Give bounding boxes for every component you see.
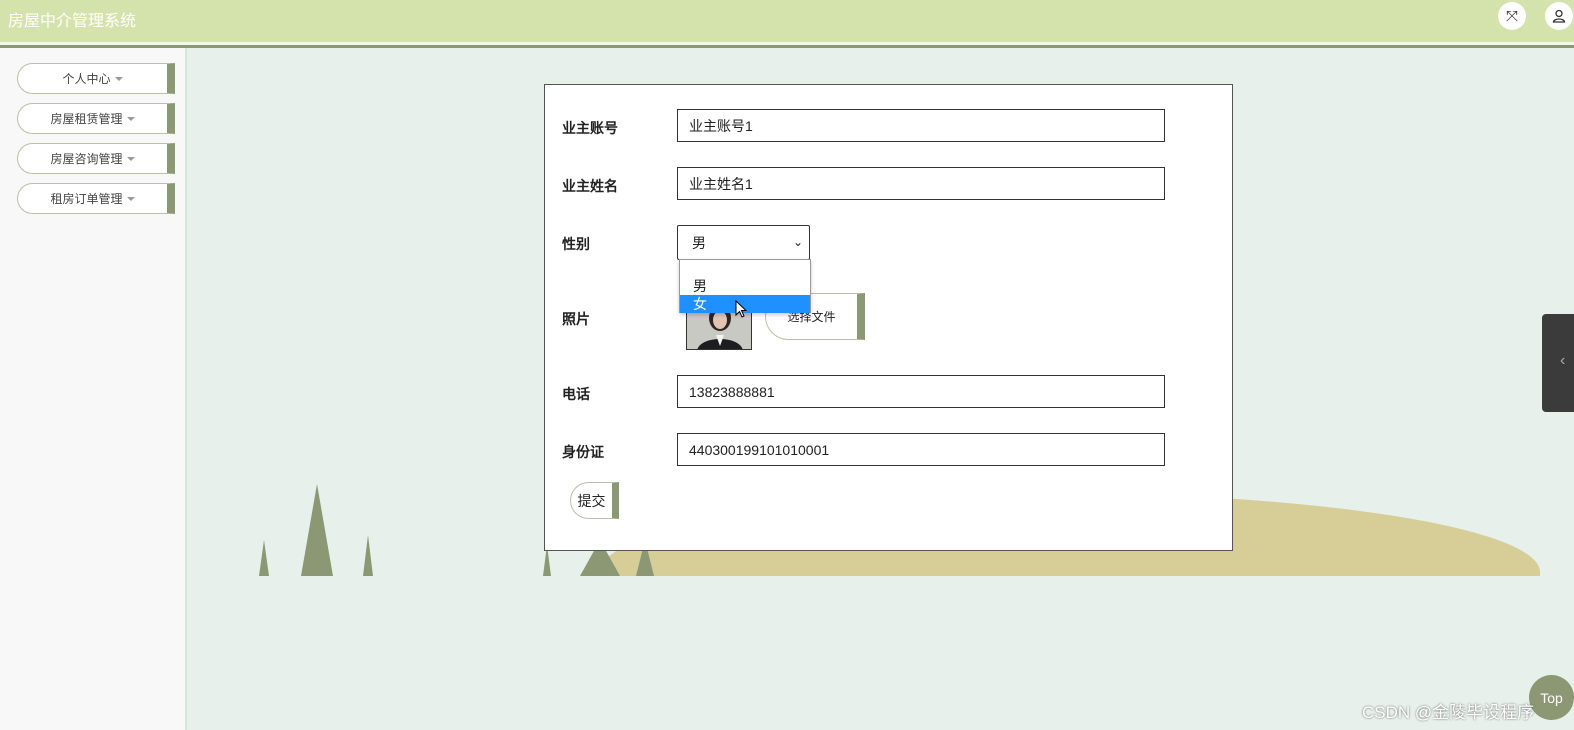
gender-select-value: 男 xyxy=(692,234,706,251)
sidebar: 个人中心 房屋租赁管理 房屋咨询管理 租房订单管理 xyxy=(0,48,187,730)
caret-down-icon xyxy=(126,196,135,201)
chevron-down-icon: ⌄ xyxy=(792,235,803,249)
gender-option-male[interactable]: 男 xyxy=(680,277,810,295)
fullscreen-button[interactable]: ⤧ xyxy=(1498,2,1526,30)
sidebar-item-label: 房屋咨询管理 xyxy=(50,152,123,166)
sidebar-item-rental-management[interactable]: 房屋租赁管理 xyxy=(17,103,175,134)
background-tree xyxy=(301,484,333,576)
user-button[interactable] xyxy=(1545,2,1573,30)
chevron-left-icon: ‹ xyxy=(1560,352,1566,369)
sidebar-item-personal-center[interactable]: 个人中心 xyxy=(17,63,175,94)
app-title: 房屋中介管理系统 xyxy=(8,13,137,30)
fullscreen-icon: ⤧ xyxy=(1505,7,1518,25)
caret-down-icon xyxy=(126,156,135,161)
back-to-top-button[interactable]: Top xyxy=(1529,675,1574,720)
side-panel-toggle[interactable]: ‹ xyxy=(1542,314,1574,412)
owner-edit-form: 业主账号 业主账号1 业主姓名 业主姓名1 性别 男 ⌄ 照片 选择文件 男 女… xyxy=(544,84,1233,551)
top-bar: 房屋中介管理系统 xyxy=(0,0,1574,48)
name-label: 业主姓名 xyxy=(562,178,618,194)
sidebar-item-order-management[interactable]: 租房订单管理 xyxy=(17,183,175,214)
caret-down-icon xyxy=(114,76,123,81)
sidebar-item-label: 个人中心 xyxy=(62,72,111,86)
gender-select[interactable]: 男 ⌄ xyxy=(677,225,810,260)
submit-button[interactable]: 提交 xyxy=(570,482,619,519)
background-tree xyxy=(363,535,373,576)
phone-input[interactable]: 13823888881 xyxy=(677,375,1165,408)
header-divider-dark xyxy=(0,45,1574,48)
caret-down-icon xyxy=(126,116,135,121)
background-tree xyxy=(259,540,269,576)
watermark: CSDN @金陵毕设程序 xyxy=(1362,703,1535,722)
gender-label: 性别 xyxy=(562,236,590,252)
sidebar-item-label: 房屋租赁管理 xyxy=(50,112,123,126)
id-card-input[interactable]: 440300199101010001 xyxy=(677,433,1165,466)
account-label: 业主账号 xyxy=(562,120,618,136)
mouse-cursor-icon xyxy=(735,300,747,318)
photo-label: 照片 xyxy=(562,311,590,327)
phone-label: 电话 xyxy=(562,386,590,402)
account-input[interactable]: 业主账号1 xyxy=(677,109,1165,142)
sidebar-item-label: 租房订单管理 xyxy=(50,192,123,206)
sidebar-item-consultation-management[interactable]: 房屋咨询管理 xyxy=(17,143,175,174)
id-card-label: 身份证 xyxy=(562,444,604,460)
user-icon xyxy=(1552,9,1566,23)
name-input[interactable]: 业主姓名1 xyxy=(677,167,1165,200)
